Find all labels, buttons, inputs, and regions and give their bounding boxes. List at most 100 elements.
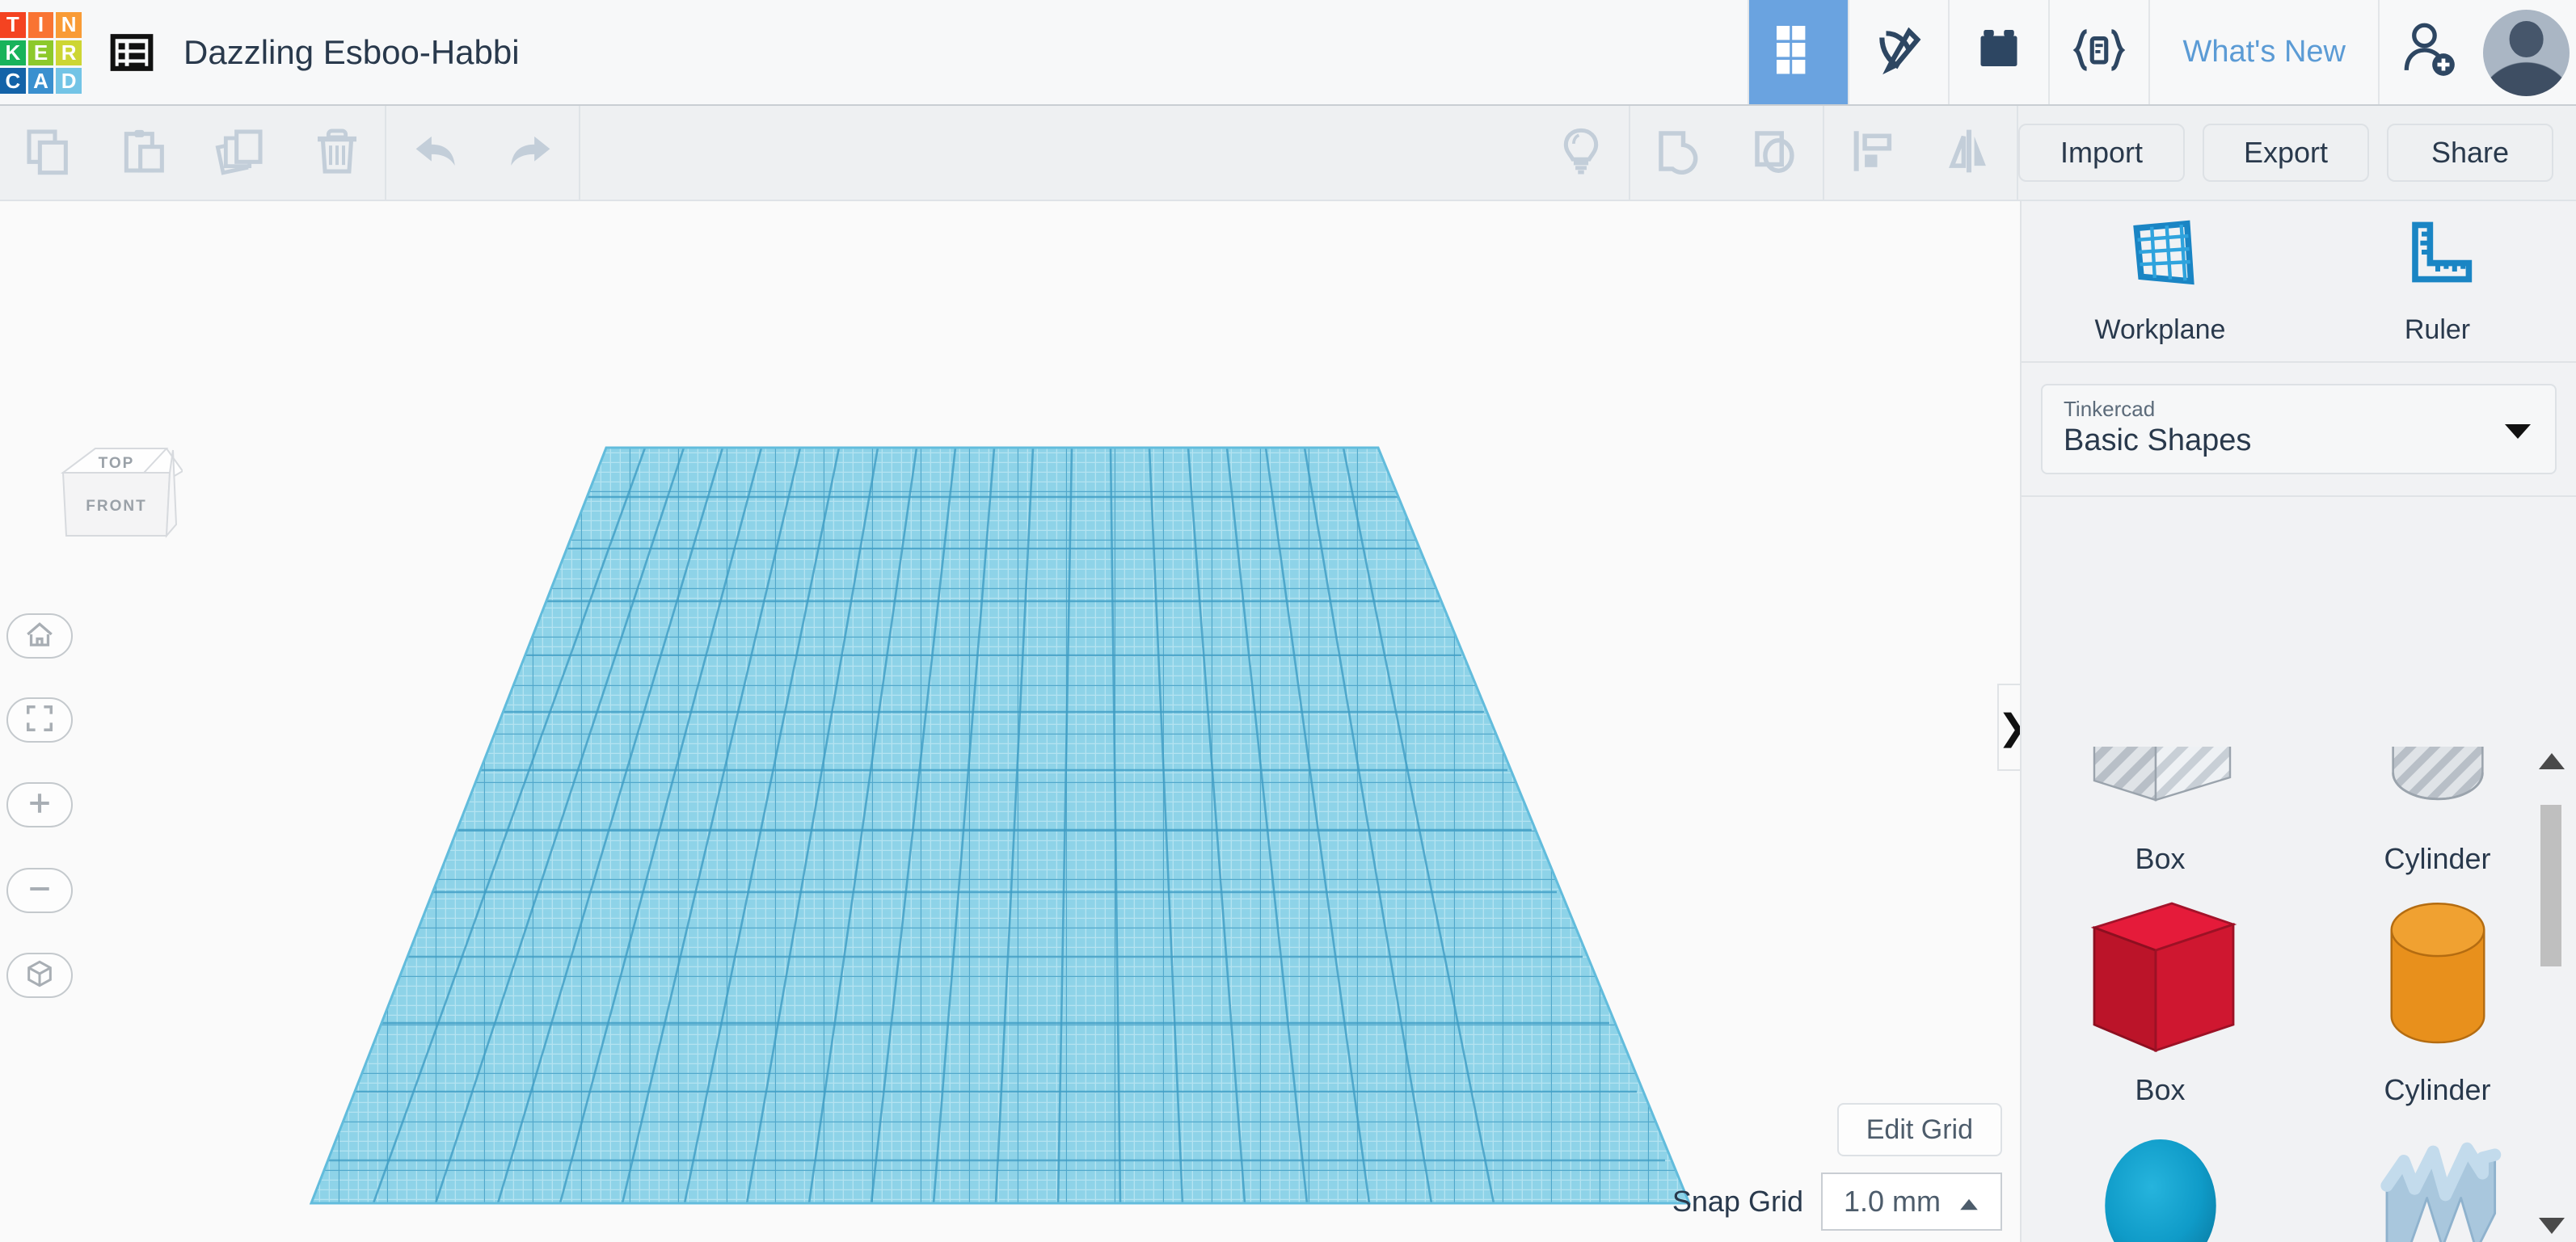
logo-tile-i: I (27, 12, 54, 38)
toggle-projection-button[interactable] (6, 953, 73, 998)
undo-arrow-icon (408, 124, 462, 182)
duplicate-button[interactable] (192, 106, 289, 200)
workplane-3d[interactable]: Workplane (0, 201, 2020, 1242)
align-icon (1846, 124, 1899, 182)
align-button[interactable] (1824, 106, 1920, 200)
hole-box-thumbnail (2022, 747, 2299, 837)
ruler-tool[interactable]: Ruler (2299, 201, 2576, 361)
logo-tile-a: A (27, 68, 54, 94)
ungroup-icon (1748, 124, 1802, 182)
share-button[interactable]: Share (2387, 124, 2553, 182)
home-view-button[interactable] (6, 613, 73, 659)
shape-item-solid-cylinder[interactable]: Cylinder (2299, 882, 2576, 1114)
tinkercad-window: TINKERCAD Dazzling Esboo-Habbi What's Ne… (0, 0, 2576, 1242)
mode-bricks-button[interactable] (1948, 0, 2049, 104)
add-person-icon (2400, 20, 2458, 84)
workplane-tool-label: Workplane (2094, 314, 2226, 345)
shape-item-solid-box[interactable]: Box (2022, 882, 2299, 1114)
hints-button[interactable] (1533, 106, 1629, 200)
minus-icon (24, 874, 55, 908)
logo-tile-k: K (0, 40, 26, 66)
undo-button[interactable] (386, 106, 483, 200)
avatar[interactable] (2483, 10, 2570, 96)
view-cube[interactable]: TOP FRONT (47, 434, 183, 596)
menu-button[interactable] (109, 30, 154, 75)
ungroup-button[interactable] (1726, 106, 1823, 200)
snap-grid-select[interactable]: 1.0 mm (1820, 1173, 2002, 1231)
scrollbar-thumb[interactable] (2540, 805, 2561, 966)
shape-item-hole-box[interactable]: Box (2022, 747, 2299, 882)
logo-tile-c: C (0, 68, 26, 94)
tinkercad-logo[interactable]: TIN KER CAD (0, 12, 82, 94)
shape-name: Box (2135, 1073, 2186, 1106)
solid-sphere-thumbnail (2022, 1114, 2299, 1242)
history-button-group (386, 106, 580, 200)
mode-codeblocks-button[interactable] (2048, 0, 2149, 104)
mirror-button[interactable] (1920, 106, 2017, 200)
scroll-down-arrow[interactable] (2539, 1218, 2565, 1234)
zoom-out-button[interactable] (6, 868, 73, 913)
design-canvas[interactable]: Workplane Workplane TOP FRONT (0, 201, 2020, 1242)
panel-divider (2022, 495, 2576, 497)
scroll-up-arrow[interactable] (2539, 753, 2565, 769)
fit-frame-icon (24, 703, 55, 738)
paste-icon (119, 125, 171, 181)
shape-item-hole-cylinder[interactable]: Cylinder (2299, 747, 2576, 882)
file-actions: Import Export Share (2018, 106, 2576, 200)
redo-arrow-icon (504, 124, 558, 182)
workplane-tool[interactable]: Workplane (2022, 201, 2299, 361)
fit-to-view-button[interactable] (6, 697, 73, 743)
group-button-group (1630, 106, 1824, 200)
shapes-panel: Workplane Ruler Tinkercad Basic Shapes B… (2020, 201, 2576, 1242)
copy-icon (23, 125, 74, 181)
ruler-tool-label: Ruler (2404, 314, 2471, 345)
shape-list[interactable]: Box Cylinder Box Cylinder (2022, 747, 2576, 1242)
document-title[interactable]: Dazzling Esboo-Habbi (183, 33, 520, 72)
snap-grid-row: Snap Grid 1.0 mm (1672, 1173, 2002, 1231)
arrange-button-group (1824, 106, 2018, 200)
shape-scrollbar[interactable] (2540, 794, 2561, 1197)
hints-group (1533, 106, 1630, 200)
plus-icon (24, 788, 55, 823)
logo-tile-n: N (56, 12, 82, 38)
mirror-icon (1942, 124, 1996, 182)
workplane-icon (2122, 217, 2199, 301)
import-button[interactable]: Import (2018, 124, 2185, 182)
ruler-icon (2399, 217, 2477, 301)
logo-tile-r: R (56, 40, 82, 66)
solid-box-thumbnail (2022, 882, 2299, 1068)
shape-name: Cylinder (2384, 842, 2491, 875)
view-cube-top-label: TOP (99, 455, 135, 472)
edit-grid-button[interactable]: Edit Grid (1836, 1103, 2002, 1156)
mode-3d-design-button[interactable] (1748, 0, 1849, 104)
group-icon (1652, 124, 1705, 182)
logo-tile-d: D (56, 68, 82, 94)
delete-button[interactable] (289, 106, 385, 200)
shape-library-value: Basic Shapes (2064, 423, 2252, 457)
solid-cylinder-thumbnail (2299, 882, 2576, 1068)
shape-library-select[interactable]: Tinkercad Basic Shapes (2041, 384, 2557, 474)
chevron-up-icon (1958, 1185, 1979, 1219)
snap-grid-label: Snap Grid (1672, 1185, 1803, 1218)
group-button[interactable] (1630, 106, 1726, 200)
add-person-button[interactable] (2378, 0, 2478, 104)
zoom-in-button[interactable] (6, 782, 73, 827)
paste-button[interactable] (96, 106, 192, 200)
duplicate-icon (215, 125, 267, 181)
grid-3d-icon (1773, 21, 1823, 83)
whats-new-link[interactable]: What's New (2148, 0, 2378, 104)
shape-item-scribble[interactable]: Scribble (2299, 1114, 2576, 1242)
chevron-down-icon (2505, 424, 2531, 439)
code-blocks-icon (2070, 21, 2128, 83)
scribble-thumbnail (2299, 1114, 2576, 1242)
trash-icon (311, 125, 363, 181)
redo-button[interactable] (483, 106, 579, 200)
mode-minecraft-button[interactable] (1848, 0, 1949, 104)
copy-button[interactable] (0, 106, 96, 200)
export-button[interactable]: Export (2203, 124, 2369, 182)
panel-tools: Workplane Ruler (2022, 201, 2576, 363)
shape-item-solid-sphere[interactable]: Sphere (2022, 1114, 2299, 1242)
grid-controls: Edit Grid Snap Grid 1.0 mm (1672, 1103, 2002, 1231)
